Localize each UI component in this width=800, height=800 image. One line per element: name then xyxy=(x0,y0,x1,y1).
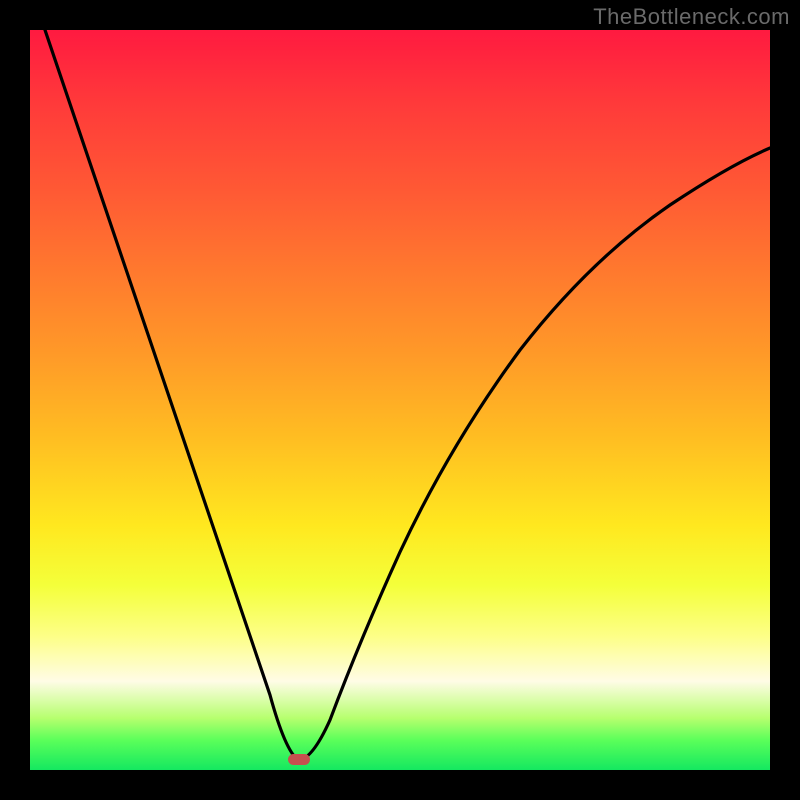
minimum-marker xyxy=(288,754,310,765)
watermark-text: TheBottleneck.com xyxy=(593,4,790,30)
plot-area xyxy=(30,30,770,770)
curve-path xyxy=(45,30,770,760)
chart-frame: TheBottleneck.com xyxy=(0,0,800,800)
bottleneck-curve xyxy=(30,30,770,770)
